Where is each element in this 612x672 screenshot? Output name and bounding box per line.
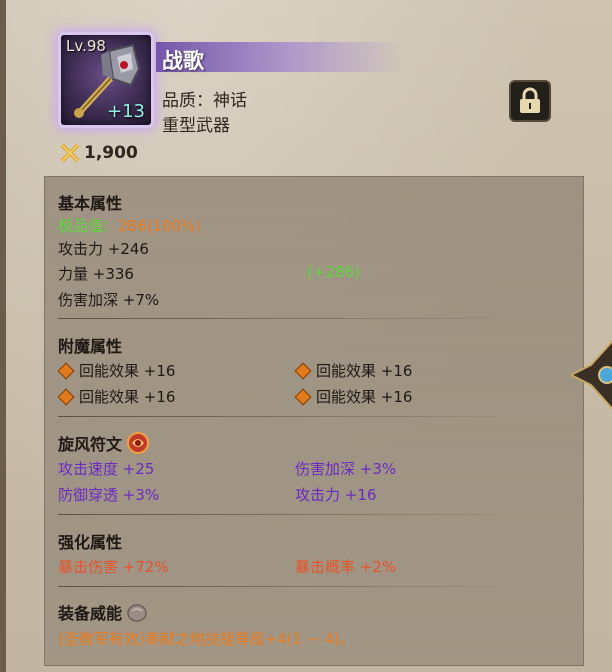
divider <box>58 416 498 417</box>
item-type: 重型武器 <box>162 116 230 136</box>
price-value: 1,900 <box>84 143 138 163</box>
crossed-swords-icon <box>60 143 80 163</box>
rune-stat: 攻击力 +16 <box>295 486 377 504</box>
rune-title: 旋风符文 <box>58 431 150 455</box>
sell-price: 1,900 <box>60 143 138 163</box>
item-icon[interactable]: Lv.98 +13 <box>58 32 154 128</box>
enchant-item: 回能效果 +16 <box>294 386 412 407</box>
enchant-attributes-title: 附魔属性 <box>58 337 123 356</box>
rune-stat: 攻击速度 +25 <box>58 460 155 478</box>
enchant-gem-icon <box>294 362 312 380</box>
equipment-power-title: 装备威能 <box>58 600 148 624</box>
enchant-gem-icon <box>57 388 75 406</box>
rune-icon[interactable] <box>126 431 150 455</box>
enhance-level: +13 <box>107 101 145 122</box>
quality-score: 极品值：286(100%) <box>58 215 201 236</box>
item-level: Lv.98 <box>66 37 106 55</box>
enchant-item: 回能效果 +16 <box>57 386 175 407</box>
power-stone-icon[interactable] <box>126 601 148 623</box>
reinforce-stat: 暴击伤害 +72% <box>58 558 169 576</box>
rune-stat: 伤害加深 +3% <box>295 460 397 478</box>
divider <box>58 318 498 319</box>
equipment-power-description: (圣教军有效)奉献之地技能等级+4(1 ~ 4)。 <box>58 630 355 648</box>
divider <box>58 586 498 587</box>
quality-score-value: 286(100%) <box>118 217 202 235</box>
rune-stat: 防御穿透 +3% <box>58 486 160 504</box>
enchant-gem-icon <box>57 362 75 380</box>
basic-attributes-title: 基本属性 <box>58 194 123 213</box>
enchant-item: 回能效果 +16 <box>57 360 175 381</box>
stat-attack: 攻击力 +246 <box>58 240 149 258</box>
enchant-item: 回能效果 +16 <box>294 360 412 381</box>
enchant-gem-icon <box>294 388 312 406</box>
stat-strength: 力量 +336 <box>58 265 134 283</box>
divider <box>58 514 498 515</box>
reinforce-attributes-title: 强化属性 <box>58 533 123 552</box>
lock-icon <box>520 87 540 113</box>
stat-strength-bonus: (+286) <box>307 263 360 281</box>
stat-damage-amplify: 伤害加深 +7% <box>58 291 160 309</box>
side-ornament-icon <box>571 340 612 410</box>
item-quality: 品质：神话 <box>162 91 247 111</box>
item-tooltip: Lv.98 +13 战歌 品质：神话 重型武器 1,900 基本属性 极品值：2… <box>0 0 612 672</box>
quality-score-label: 极品值： <box>58 217 119 235</box>
item-name: 战歌 <box>162 49 204 73</box>
reinforce-stat: 暴击概率 +2% <box>295 558 397 576</box>
lock-button[interactable] <box>509 80 551 122</box>
